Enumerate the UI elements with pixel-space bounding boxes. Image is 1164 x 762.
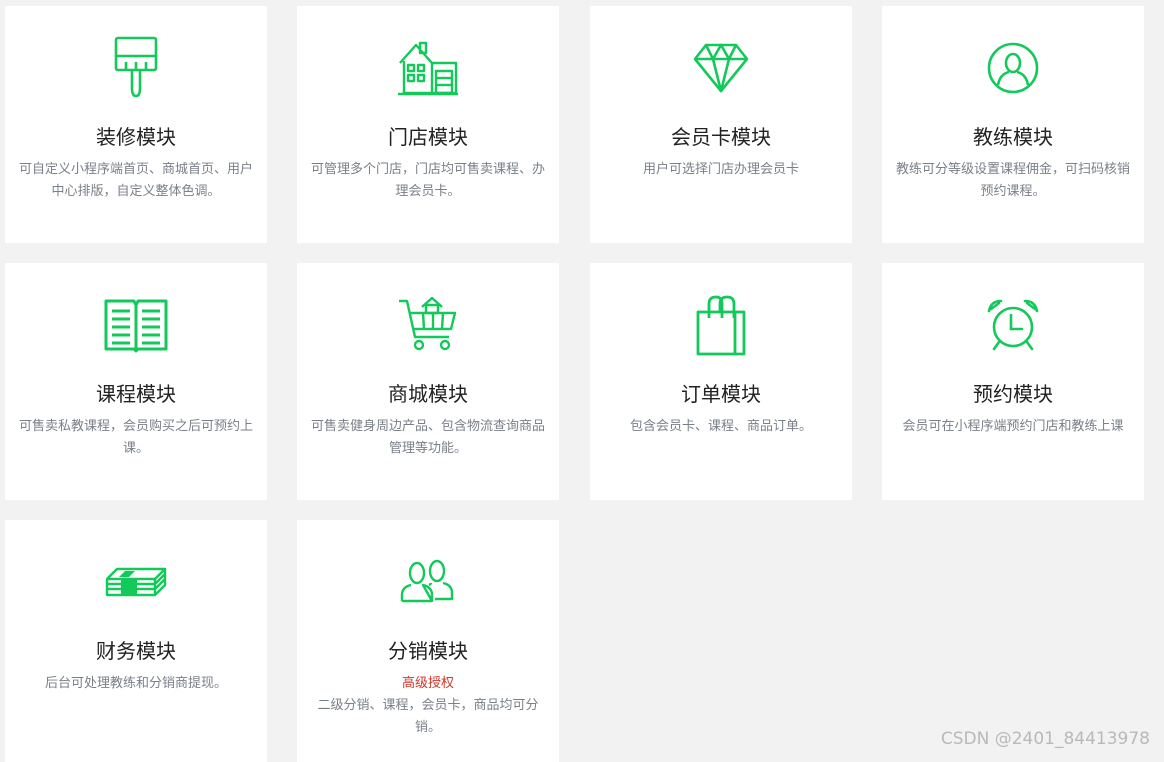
module-title: 课程模块 [96, 382, 176, 406]
module-title: 装修模块 [96, 125, 176, 149]
module-card-membership[interactable]: 会员卡模块 用户可选择门店办理会员卡 [590, 6, 852, 243]
module-title: 财务模块 [96, 639, 176, 663]
diamond-icon [590, 34, 852, 102]
module-description: 包含会员卡、课程、商品订单。 [629, 419, 812, 434]
alarm-clock-icon [882, 291, 1144, 359]
module-description: 二级分销、课程，会员卡，商品均可分销。 [317, 698, 539, 735]
watermark: CSDN @2401_84413978 [940, 729, 1150, 749]
paint-roller-icon [5, 34, 267, 102]
open-book-icon [5, 291, 267, 359]
module-card-booking[interactable]: 预约模块 会员可在小程序端预约门店和教练上课 [882, 263, 1144, 500]
module-description: 后台可处理教练和分销商提现。 [44, 676, 227, 691]
store-building-icon [297, 34, 559, 102]
shopping-cart-icon [297, 291, 559, 359]
module-card-finance[interactable]: 财务模块 后台可处理教练和分销商提现。 [5, 520, 267, 762]
module-card-order[interactable]: 订单模块 包含会员卡、课程、商品订单。 [590, 263, 852, 500]
module-card-decoration[interactable]: 装修模块 可自定义小程序端首页、商城首页、用户中心排版，自定义整体色调。 [5, 6, 267, 243]
module-card-coach[interactable]: 教练模块 教练可分等级设置课程佣金，可扫码核销预约课程。 [882, 6, 1144, 243]
module-card-store[interactable]: 门店模块 可管理多个门店，门店均可售卖课程、办理会员卡。 [297, 6, 559, 243]
module-description: 可售卖私教课程，会员购买之后可预约上课。 [18, 419, 253, 456]
module-description: 会员可在小程序端预约门店和教练上课 [902, 419, 1124, 434]
shopping-bag-icon [590, 291, 852, 359]
module-description: 可售卖健身周边产品、包含物流查询商品管理等功能。 [310, 419, 545, 456]
module-title: 门店模块 [388, 125, 468, 149]
module-title: 教练模块 [973, 125, 1053, 149]
module-title: 商城模块 [388, 382, 468, 406]
module-card-distribution[interactable]: 分销模块 高级授权 二级分销、课程，会员卡，商品均可分销。 [297, 520, 559, 762]
module-card-mall[interactable]: 商城模块 可售卖健身周边产品、包含物流查询商品管理等功能。 [297, 263, 559, 500]
module-title: 预约模块 [973, 382, 1053, 406]
module-title: 会员卡模块 [671, 125, 771, 149]
module-description: 教练可分等级设置课程佣金，可扫码核销预约课程。 [895, 162, 1130, 199]
users-icon [297, 548, 559, 616]
module-card-course[interactable]: 课程模块 可售卖私教课程，会员购买之后可预约上课。 [5, 263, 267, 500]
module-description: 可自定义小程序端首页、商城首页、用户中心排版，自定义整体色调。 [18, 162, 253, 199]
module-description: 用户可选择门店办理会员卡 [642, 162, 799, 177]
money-stack-icon [5, 548, 267, 616]
module-title: 分销模块 [388, 639, 468, 663]
premium-license-badge: 高级授权 [401, 676, 454, 691]
module-title: 订单模块 [681, 382, 761, 406]
user-circle-icon [882, 34, 1144, 102]
module-description: 可管理多个门店，门店均可售卖课程、办理会员卡。 [310, 162, 545, 199]
